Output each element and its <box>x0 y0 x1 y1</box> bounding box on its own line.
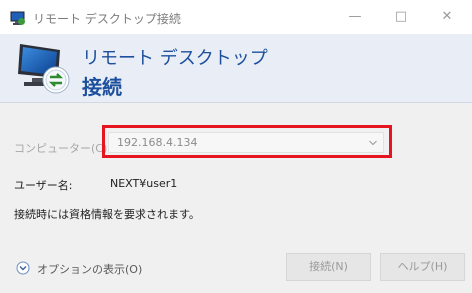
banner-title-line2: 接続 <box>82 75 122 99</box>
computer-label: コンピューター(C): <box>14 142 111 155</box>
maximize-button[interactable]: □ <box>378 0 424 34</box>
remote-desktop-monitor-icon <box>18 44 70 94</box>
credential-note: 接続時には資格情報を要求されます。 <box>14 208 200 221</box>
user-name-value: NEXT¥user1 <box>110 177 178 190</box>
window-title: リモート デスクトップ接続 <box>33 12 181 26</box>
expand-options-icon[interactable] <box>16 261 30 275</box>
minimize-button[interactable]: — <box>332 0 378 34</box>
user-name-label: ユーザー名: <box>14 179 73 192</box>
header-banner: リモート デスクトップ 接続 <box>0 34 472 103</box>
banner-title-line1: リモート デスクトップ <box>82 48 268 69</box>
show-options-label[interactable]: オプションの表示(O) <box>37 261 142 277</box>
close-button[interactable]: ✕ <box>424 0 470 34</box>
connect-button[interactable]: 接続(N) <box>286 253 371 281</box>
title-bar: リモート デスクトップ接続 — □ ✕ <box>0 0 472 34</box>
remote-desktop-app-icon <box>10 11 25 25</box>
help-button[interactable]: ヘルプ(H) <box>380 253 465 281</box>
chevron-down-icon[interactable] <box>369 140 377 146</box>
computer-combobox[interactable]: 192.168.4.134 <box>108 132 384 153</box>
computer-value: 192.168.4.134 <box>117 136 198 149</box>
